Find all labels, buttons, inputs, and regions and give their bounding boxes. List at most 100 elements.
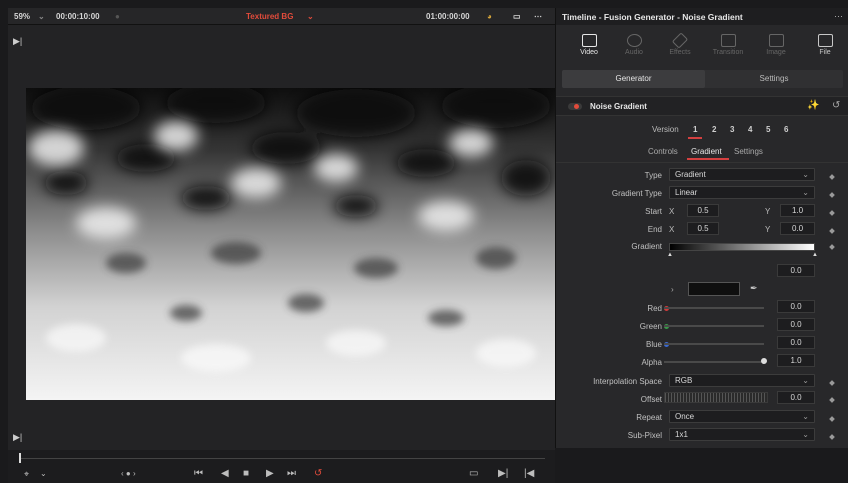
viewer-canvas[interactable]: ▶| ▶| bbox=[8, 25, 555, 450]
node-enable-toggle[interactable] bbox=[568, 103, 582, 110]
start-x-field[interactable]: 0.5 bbox=[687, 204, 719, 217]
tab-settings[interactable]: Settings bbox=[734, 147, 763, 156]
go-to-start-icon[interactable]: ⏮ bbox=[194, 469, 203, 479]
color-swatch[interactable] bbox=[688, 282, 740, 296]
alpha-label: Alpha bbox=[641, 358, 662, 367]
offset-thumbwheel[interactable] bbox=[664, 392, 768, 403]
version-5[interactable]: 5 bbox=[766, 125, 770, 134]
next-edit-icon[interactable]: ▶| bbox=[498, 469, 508, 479]
subpixel-dropdown[interactable]: 1x1 ⌄ bbox=[669, 428, 815, 441]
start-x-label: X bbox=[669, 207, 675, 216]
clip-chevron-icon[interactable]: ⌄ bbox=[307, 12, 314, 21]
tab-controls[interactable]: Controls bbox=[648, 147, 678, 156]
go-to-end-icon[interactable]: ⏭ bbox=[287, 469, 296, 479]
version-3[interactable]: 3 bbox=[730, 125, 734, 134]
category-file[interactable]: File bbox=[802, 30, 848, 72]
reset-icon[interactable]: ↺ bbox=[832, 100, 840, 111]
in-point-icon[interactable]: ▶| bbox=[13, 36, 22, 47]
crop-chevron-icon[interactable]: ⌄ bbox=[40, 469, 47, 479]
type-label: Type bbox=[644, 171, 662, 180]
playhead[interactable] bbox=[19, 453, 21, 463]
magic-wand-icon bbox=[671, 32, 689, 49]
subtab-generator[interactable]: Generator bbox=[562, 70, 705, 88]
crop-icon[interactable]: ⌖ bbox=[24, 469, 29, 479]
match-frame-icon[interactable]: ▭ bbox=[469, 469, 478, 479]
keyframe-icon[interactable] bbox=[829, 192, 835, 198]
blue-field[interactable]: 0.0 bbox=[777, 336, 815, 349]
subtab-settings[interactable]: Settings bbox=[705, 70, 843, 88]
out-point-icon[interactable]: ▶| bbox=[13, 432, 22, 443]
category-video[interactable]: Video bbox=[566, 30, 612, 72]
keyframe-icon[interactable] bbox=[829, 434, 835, 440]
gradient-stop-right[interactable]: ▲ bbox=[812, 252, 818, 258]
timecode-left: 00:00:10:00 bbox=[56, 12, 100, 21]
version-4[interactable]: 4 bbox=[748, 125, 752, 134]
gradient-position-field[interactable]: 0.0 bbox=[777, 264, 815, 277]
zoom-level[interactable]: 59% bbox=[14, 12, 30, 21]
viewer-panel: 59% ⌄ 00:00:10:00 ● Textured BG ⌄ 01:00:… bbox=[8, 8, 555, 483]
tab-gradient[interactable]: Gradient bbox=[691, 147, 722, 156]
type-dropdown[interactable]: Gradient ⌄ bbox=[669, 168, 815, 181]
category-audio[interactable]: Audio bbox=[611, 30, 657, 72]
category-transition[interactable]: Transition bbox=[705, 30, 751, 72]
chevron-down-icon: ⌄ bbox=[802, 412, 809, 421]
category-image[interactable]: Image bbox=[753, 30, 799, 72]
expand-chevron-icon[interactable]: › bbox=[671, 285, 674, 294]
transport-bar: ⌖ ⌄ ‹ ● › ⏮ ◀ ■ ▶ ⏭ ↺ ▭ ▶| |◀ bbox=[8, 450, 555, 483]
timecode-right: 01:00:00:00 bbox=[426, 12, 470, 21]
inspector-panel: Timeline - Fusion Generator - Noise Grad… bbox=[555, 8, 848, 448]
loop-icon[interactable]: ↺ bbox=[314, 469, 322, 479]
scrubber-track[interactable] bbox=[20, 458, 545, 459]
end-y-field[interactable]: 0.0 bbox=[780, 222, 815, 235]
image-icon bbox=[768, 34, 784, 47]
gradient-label: Gradient bbox=[631, 242, 662, 251]
start-y-field[interactable]: 1.0 bbox=[780, 204, 815, 217]
repeat-dropdown[interactable]: Once ⌄ bbox=[669, 410, 815, 423]
gradient-type-label: Gradient Type bbox=[611, 189, 662, 198]
wand-icon[interactable]: ✨ bbox=[807, 100, 819, 111]
eyedropper-icon[interactable]: ✒ bbox=[750, 283, 758, 294]
keyframe-icon[interactable] bbox=[829, 210, 835, 216]
green-field[interactable]: 0.0 bbox=[777, 318, 815, 331]
blue-label: Blue bbox=[645, 340, 662, 349]
red-field[interactable]: 0.0 bbox=[777, 300, 815, 313]
inspector-more-icon[interactable]: ⋯ bbox=[834, 11, 843, 22]
red-slider[interactable] bbox=[664, 307, 764, 309]
alpha-field[interactable]: 1.0 bbox=[777, 354, 815, 367]
zoom-chevron-icon[interactable]: ⌄ bbox=[38, 12, 45, 21]
prev-edit-icon[interactable]: |◀ bbox=[524, 469, 534, 479]
alpha-slider-handle[interactable] bbox=[761, 358, 767, 364]
stop-icon[interactable]: ■ bbox=[243, 469, 249, 479]
keyframe-icon[interactable] bbox=[829, 380, 835, 386]
reverse-play-icon[interactable]: ◀ bbox=[221, 469, 229, 479]
chevron-down-icon: ⌄ bbox=[802, 170, 809, 179]
gauge-icon[interactable]: ◕ bbox=[487, 12, 492, 21]
circle-icon[interactable]: ● bbox=[115, 12, 120, 21]
blue-slider[interactable] bbox=[664, 343, 764, 345]
interp-dropdown[interactable]: RGB ⌄ bbox=[669, 374, 815, 387]
more-icon[interactable]: ⋯ bbox=[534, 12, 542, 21]
gradient-type-dropdown[interactable]: Linear ⌄ bbox=[669, 186, 815, 199]
version-6[interactable]: 6 bbox=[784, 125, 788, 134]
gradient-stop-left[interactable]: ▲ bbox=[667, 252, 673, 258]
transition-icon bbox=[720, 34, 736, 47]
keyframe-icon[interactable] bbox=[829, 174, 835, 180]
green-label: Green bbox=[639, 322, 662, 331]
gradient-bar[interactable] bbox=[669, 243, 815, 251]
clip-name[interactable]: Textured BG bbox=[246, 12, 293, 21]
green-slider[interactable] bbox=[664, 325, 764, 327]
jog-control-icon[interactable]: ‹ ● › bbox=[121, 469, 136, 479]
chevron-down-icon: ⌄ bbox=[802, 376, 809, 385]
play-icon[interactable]: ▶ bbox=[266, 469, 274, 479]
keyframe-icon[interactable] bbox=[829, 416, 835, 422]
version-1[interactable]: 1 bbox=[693, 125, 697, 134]
window-icon[interactable]: ▭ bbox=[513, 12, 521, 21]
offset-field[interactable]: 0.0 bbox=[777, 391, 815, 404]
category-effects[interactable]: Effects bbox=[657, 30, 703, 72]
alpha-slider[interactable] bbox=[664, 361, 764, 363]
keyframe-icon[interactable] bbox=[829, 244, 835, 250]
end-x-field[interactable]: 0.5 bbox=[687, 222, 719, 235]
keyframe-icon[interactable] bbox=[829, 228, 835, 234]
version-2[interactable]: 2 bbox=[712, 125, 716, 134]
keyframe-icon[interactable] bbox=[829, 397, 835, 403]
